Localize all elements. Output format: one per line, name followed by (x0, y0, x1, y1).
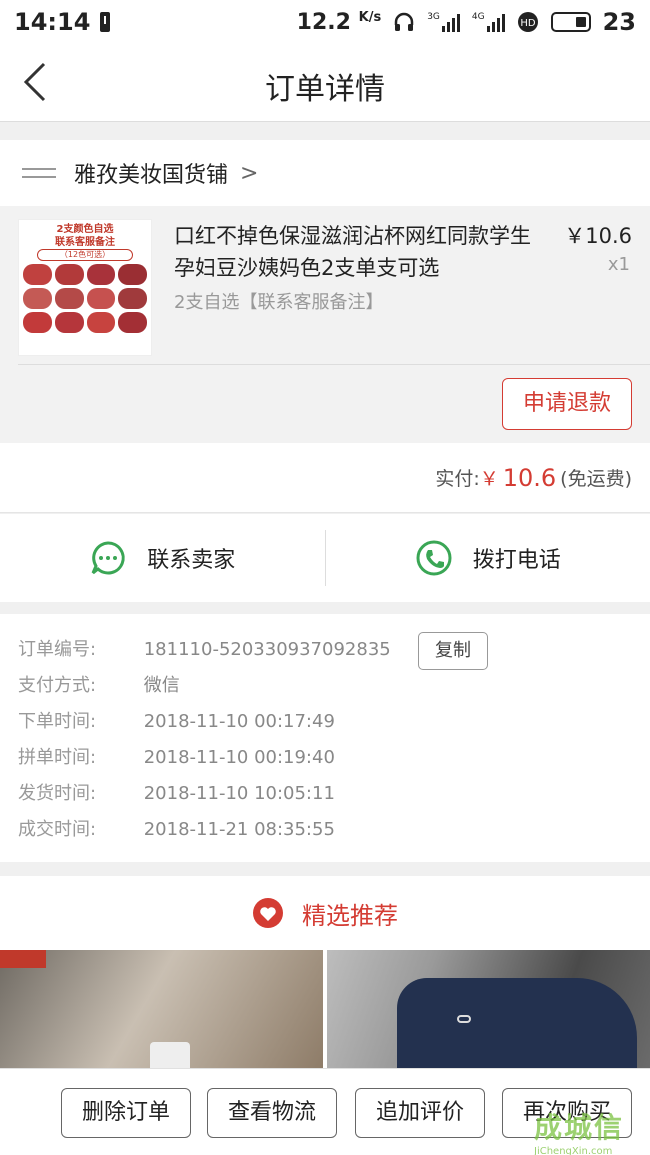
pump-bottle (150, 1042, 190, 1068)
contact-bar: 联系卖家 拨打电话 (0, 514, 650, 602)
recommend-grid (0, 950, 650, 1068)
battery-alert-icon (100, 12, 111, 32)
deal-time: 2018-11-21 08:35:55 (143, 819, 335, 840)
lip-swatch (54, 288, 84, 309)
item-tag (0, 950, 46, 968)
recommend-header: 精选推荐 (0, 876, 650, 950)
group-time-row: 拼单时间: 2018-11-10 00:19:40 (18, 740, 632, 776)
headphone-icon (394, 12, 414, 31)
heart-badge-icon (253, 898, 283, 928)
info-label: 拼单时间: (18, 747, 97, 768)
delete-order-button[interactable]: 删除订单 (61, 1088, 191, 1138)
lip-swatch (86, 288, 116, 309)
ship-time-row: 发货时间: 2018-11-10 10:05:11 (18, 776, 632, 812)
contact-seller-button[interactable]: 联系卖家 (0, 514, 325, 602)
ship-time: 2018-11-10 10:05:11 (143, 783, 335, 804)
thumb-badge: （12色可选） (37, 249, 133, 261)
chevron-right-icon: > (240, 160, 259, 186)
svg-text:HD: HD (520, 18, 536, 29)
page-title: 订单详情 (265, 72, 385, 107)
order-time: 2018-11-10 00:17:49 (143, 711, 335, 732)
shop-name[interactable]: 雅孜美妆国货铺 (74, 157, 228, 189)
order-info-section: 订单编号: 181110-520330937092835 复制 支付方式: 微信… (0, 614, 650, 862)
network-speed: 12.2 K/s (296, 9, 382, 35)
order-time-row: 下单时间: 2018-11-10 00:17:49 (18, 704, 632, 740)
contact-seller-label: 联系卖家 (147, 548, 236, 573)
info-label: 下单时间: (18, 711, 97, 732)
payment-summary: 实付: ￥ 10.6 (免运费) (0, 443, 650, 513)
payment-label: 实付: (435, 468, 480, 490)
status-right: 12.2 K/s 3G 4G HD 23 (297, 8, 636, 36)
info-label: 订单编号: (18, 639, 97, 660)
hd-icon: HD (517, 12, 538, 32)
status-bar: 14:14 12.2 K/s 3G 4G HD 23 (0, 0, 650, 44)
call-phone-button[interactable]: 拨打电话 (326, 514, 650, 602)
battery-level: 23 (602, 8, 636, 36)
recommend-item-image[interactable] (327, 950, 650, 1068)
product-spec: 2支自选【联系客服备注】 (174, 292, 384, 313)
payment-amount: 10.6 (502, 463, 557, 492)
lip-swatch (54, 264, 84, 285)
signal-4g-icon: 4G (472, 12, 505, 32)
order-number: 181110-520330937092835 (143, 639, 391, 660)
order-number-row: 订单编号: 181110-520330937092835 复制 (18, 632, 632, 670)
garment (397, 978, 637, 1068)
group-time: 2018-11-10 00:19:40 (143, 747, 335, 768)
recommend-item-image[interactable] (0, 950, 323, 1068)
shipping-note: (免运费) (560, 468, 632, 490)
lip-swatch-grid (23, 264, 147, 333)
status-time: 14:14 (14, 8, 91, 36)
pay-method-row: 支付方式: 微信 (18, 668, 632, 704)
product-price: ￥10.6 (564, 224, 632, 248)
shop-row[interactable]: 雅孜美妆国货铺 > (0, 140, 650, 206)
info-label: 成交时间: (18, 819, 97, 840)
watermark-logo: 成城信 JiChengXin.com (534, 1111, 625, 1155)
bow-detail (457, 1015, 471, 1023)
lip-swatch (23, 312, 52, 333)
pay-method: 微信 (143, 675, 180, 696)
product-card[interactable]: 2支颜色自选 联系客服备注 （12色可选） 口红不掉色保湿滋润沾杯网红同款学生孕… (0, 206, 650, 443)
recommend-title: 精选推荐 (302, 901, 398, 930)
signal-3g-icon: 3G (427, 12, 460, 32)
thumb-caption: 2支颜色自选 联系客服备注 (55, 224, 115, 248)
lip-swatch (118, 312, 147, 333)
shop-logo (22, 168, 56, 178)
payment-currency: ￥ (479, 468, 499, 490)
info-label: 支付方式: (18, 675, 97, 696)
lip-swatch (86, 312, 116, 333)
product-quantity: x1 (607, 254, 630, 275)
phone-icon (416, 540, 452, 576)
view-logistics-button[interactable]: 查看物流 (207, 1088, 337, 1138)
battery-icon (550, 12, 591, 32)
add-review-button[interactable]: 追加评价 (355, 1088, 485, 1138)
call-phone-label: 拨打电话 (472, 548, 561, 573)
lip-swatch (23, 288, 52, 309)
refund-button[interactable]: 申请退款 (502, 378, 632, 430)
divider (18, 364, 650, 365)
product-title[interactable]: 口红不掉色保湿滋润沾杯网红同款学生孕妇豆沙姨妈色2支单支可选 (174, 220, 542, 284)
copy-button[interactable]: 复制 (418, 632, 488, 670)
product-thumbnail[interactable]: 2支颜色自选 联系客服备注 （12色可选） (18, 219, 152, 356)
info-label: 发货时间: (18, 783, 97, 804)
lip-swatch (23, 264, 52, 285)
lip-swatch (118, 264, 147, 285)
chat-bubble-icon (91, 541, 125, 575)
lip-swatch (118, 288, 147, 309)
nav-bar: 订单详情 (0, 44, 650, 122)
deal-time-row: 成交时间: 2018-11-21 08:35:55 (18, 812, 632, 848)
lip-swatch (86, 264, 116, 285)
lip-swatch (54, 312, 84, 333)
